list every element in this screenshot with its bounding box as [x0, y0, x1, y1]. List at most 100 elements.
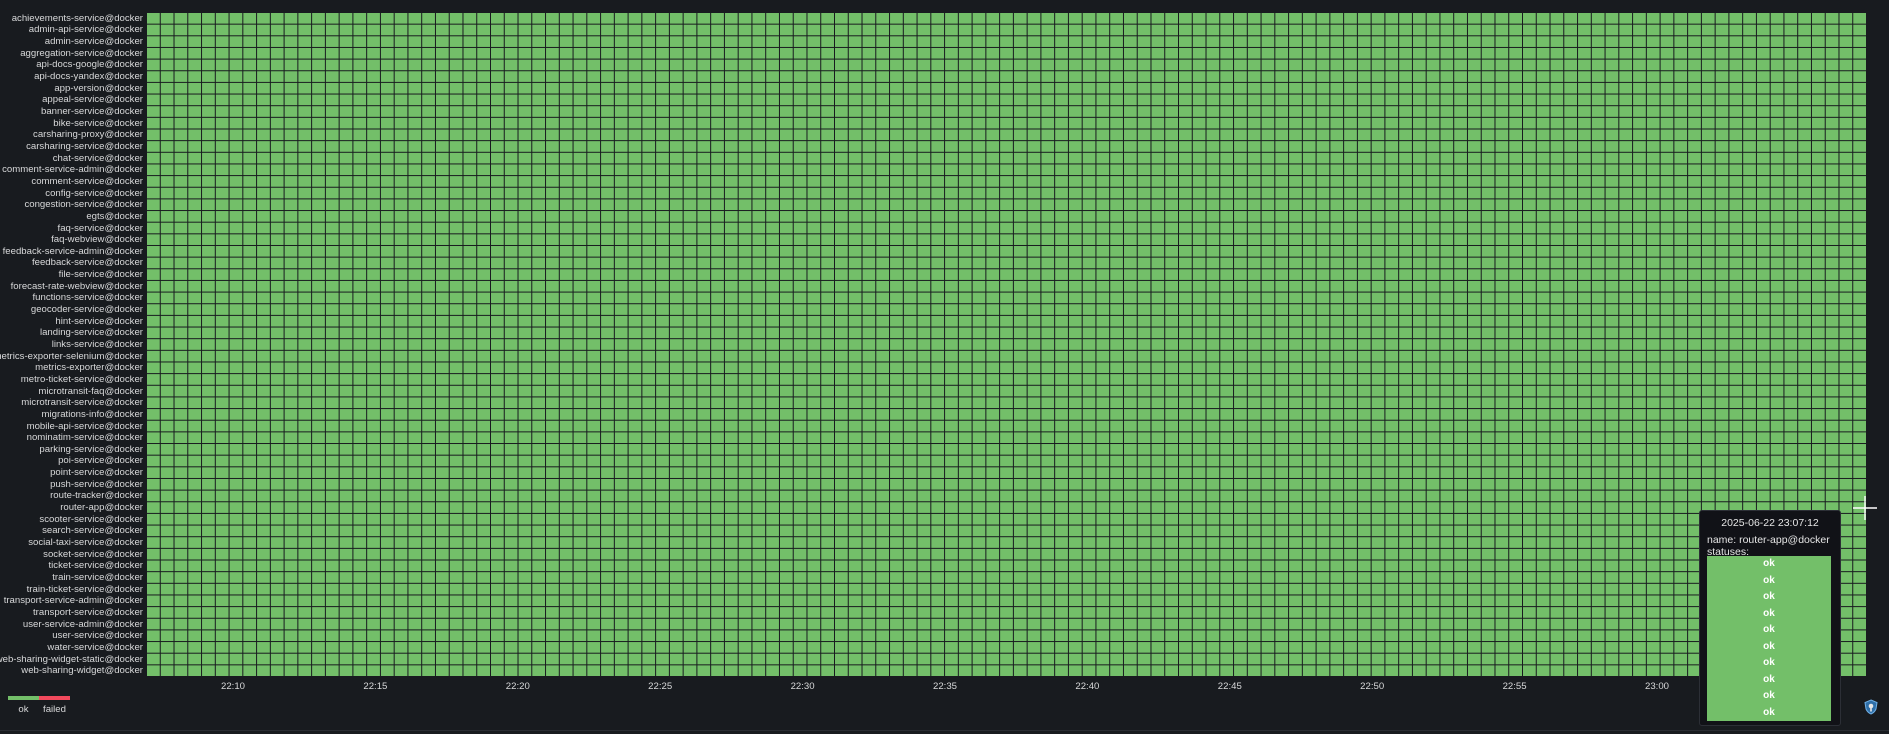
- status-cell[interactable]: [1426, 117, 1440, 129]
- status-cell[interactable]: [848, 292, 862, 304]
- status-cell[interactable]: [1027, 315, 1041, 327]
- status-cell[interactable]: [1853, 420, 1866, 432]
- status-cell[interactable]: [1426, 222, 1440, 234]
- status-cell[interactable]: [1096, 327, 1110, 339]
- status-cell[interactable]: [890, 269, 903, 280]
- status-cell[interactable]: [890, 455, 903, 467]
- status-cell[interactable]: [229, 234, 243, 245]
- status-cell[interactable]: [1041, 13, 1055, 24]
- status-cell[interactable]: [1743, 129, 1756, 141]
- status-cell[interactable]: [394, 24, 408, 36]
- status-cell[interactable]: [1234, 304, 1247, 315]
- status-cell[interactable]: [587, 82, 601, 94]
- status-cell[interactable]: [766, 339, 779, 350]
- status-cell[interactable]: [1357, 385, 1371, 397]
- status-cell[interactable]: [1357, 304, 1371, 315]
- status-cell[interactable]: [298, 117, 312, 129]
- status-cell[interactable]: [408, 24, 422, 36]
- status-cell[interactable]: [174, 444, 188, 455]
- status-cell[interactable]: [270, 211, 284, 222]
- status-cell[interactable]: [532, 327, 546, 339]
- status-cell[interactable]: [422, 409, 435, 420]
- status-cell[interactable]: [202, 257, 215, 269]
- status-cell[interactable]: [848, 350, 862, 362]
- status-cell[interactable]: [1000, 24, 1013, 36]
- status-cell[interactable]: [367, 292, 380, 304]
- status-cell[interactable]: [257, 257, 270, 269]
- status-cell[interactable]: [546, 280, 559, 292]
- status-cell[interactable]: [1234, 409, 1247, 420]
- status-cell[interactable]: [601, 71, 614, 82]
- status-cell[interactable]: [1853, 106, 1866, 117]
- status-cell[interactable]: [1495, 455, 1509, 467]
- status-cell[interactable]: [202, 187, 215, 199]
- status-cell[interactable]: [394, 71, 408, 82]
- status-cell[interactable]: [876, 385, 890, 397]
- status-cell[interactable]: [1041, 432, 1055, 444]
- status-cell[interactable]: [284, 106, 298, 117]
- status-cell[interactable]: [1261, 455, 1275, 467]
- status-cell[interactable]: [1440, 315, 1454, 327]
- status-cell[interactable]: [463, 94, 477, 106]
- status-cell[interactable]: [1151, 362, 1165, 374]
- status-cell[interactable]: [325, 141, 339, 152]
- status-cell[interactable]: [752, 141, 766, 152]
- status-cell[interactable]: [683, 432, 697, 444]
- status-cell[interactable]: [1344, 24, 1357, 36]
- status-cell[interactable]: [683, 94, 697, 106]
- status-cell[interactable]: [1467, 71, 1481, 82]
- status-cell[interactable]: [559, 362, 573, 374]
- status-cell[interactable]: [945, 117, 958, 129]
- status-cell[interactable]: [1591, 164, 1605, 176]
- status-cell[interactable]: [1523, 432, 1536, 444]
- status-cell[interactable]: [1467, 164, 1481, 176]
- status-cell[interactable]: [1811, 269, 1825, 280]
- status-cell[interactable]: [903, 13, 917, 24]
- status-cell[interactable]: [188, 129, 202, 141]
- status-cell[interactable]: [435, 36, 449, 47]
- status-cell[interactable]: [573, 362, 587, 374]
- status-cell[interactable]: [284, 362, 298, 374]
- status-cell[interactable]: [1220, 420, 1234, 432]
- status-cell[interactable]: [243, 47, 257, 59]
- status-cell[interactable]: [160, 304, 174, 315]
- status-cell[interactable]: [449, 117, 463, 129]
- status-cell[interactable]: [1151, 176, 1165, 187]
- status-cell[interactable]: [1756, 211, 1770, 222]
- status-cell[interactable]: [1082, 234, 1096, 245]
- status-cell[interactable]: [243, 269, 257, 280]
- status-cell[interactable]: [1068, 129, 1082, 141]
- status-cell[interactable]: [1110, 13, 1123, 24]
- status-cell[interactable]: [215, 13, 229, 24]
- status-cell[interactable]: [1467, 304, 1481, 315]
- status-cell[interactable]: [380, 432, 394, 444]
- status-cell[interactable]: [1564, 257, 1578, 269]
- status-cell[interactable]: [477, 432, 490, 444]
- status-cell[interactable]: [298, 327, 312, 339]
- status-cell[interactable]: [532, 106, 546, 117]
- status-cell[interactable]: [1179, 315, 1192, 327]
- status-cell[interactable]: [353, 13, 367, 24]
- status-cell[interactable]: [325, 339, 339, 350]
- status-cell[interactable]: [1357, 397, 1371, 409]
- status-cell[interactable]: [1412, 339, 1426, 350]
- status-cell[interactable]: [1701, 385, 1715, 397]
- status-cell[interactable]: [1412, 94, 1426, 106]
- status-cell[interactable]: [1165, 292, 1178, 304]
- status-cell[interactable]: [1426, 432, 1440, 444]
- status-cell[interactable]: [1316, 176, 1330, 187]
- status-cell[interactable]: [1619, 269, 1633, 280]
- status-cell[interactable]: [766, 94, 779, 106]
- status-cell[interactable]: [1605, 280, 1619, 292]
- status-cell[interactable]: [1179, 444, 1192, 455]
- status-cell[interactable]: [1096, 94, 1110, 106]
- status-cell[interactable]: [1688, 327, 1701, 339]
- status-cell[interactable]: [1701, 13, 1715, 24]
- status-cell[interactable]: [903, 339, 917, 350]
- status-grid-svg[interactable]: [147, 13, 1867, 677]
- status-cell[interactable]: [229, 176, 243, 187]
- status-cell[interactable]: [848, 176, 862, 187]
- status-cell[interactable]: [958, 141, 972, 152]
- status-cell[interactable]: [890, 211, 903, 222]
- status-cell[interactable]: [1110, 24, 1123, 36]
